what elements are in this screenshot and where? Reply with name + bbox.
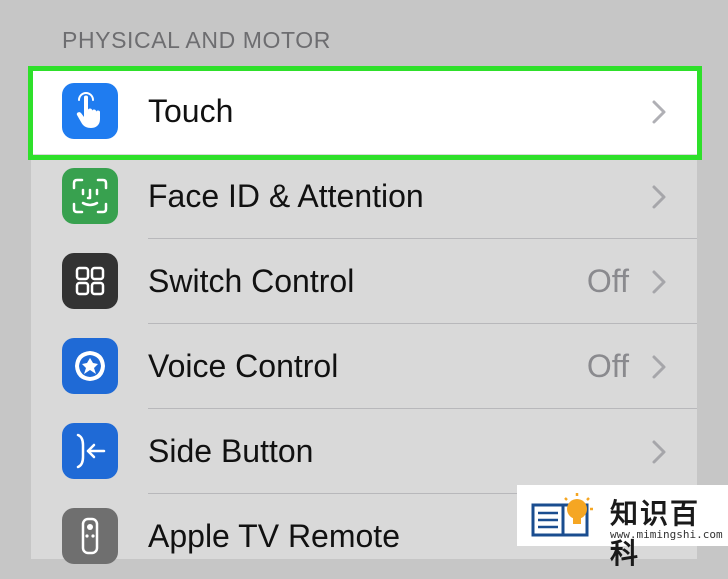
chevron-right-icon	[652, 440, 666, 464]
side-button-label: Side Button	[148, 433, 314, 469]
face-id-label: Face ID & Attention	[148, 178, 424, 214]
watermark: 知识百科 www.mimingshi.com	[517, 485, 728, 570]
settings-row-face-id[interactable]: Face ID & Attention	[31, 154, 697, 239]
chevron-right-icon	[652, 355, 666, 379]
hand-touch-icon	[62, 83, 118, 139]
switch-control-icon	[62, 253, 118, 309]
apple-tv-remote-icon	[62, 508, 118, 564]
settings-row-voice-control[interactable]: Voice Control Off	[31, 324, 697, 409]
watermark-url: www.mimingshi.com	[610, 528, 723, 541]
settings-row-side-button[interactable]: Side Button	[31, 409, 697, 494]
section-header: PHYSICAL AND MOTOR	[62, 27, 331, 53]
book-lightbulb-icon	[531, 493, 593, 537]
switch-control-label: Switch Control	[148, 263, 355, 299]
chevron-right-icon	[652, 270, 666, 294]
side-button-icon	[62, 423, 118, 479]
chevron-right-icon	[652, 100, 666, 124]
face-id-icon	[62, 168, 118, 224]
switch-control-value: Off	[586, 263, 629, 299]
settings-row-touch[interactable]: Touch	[31, 69, 697, 154]
chevron-right-icon	[652, 185, 666, 209]
apple-tv-remote-label: Apple TV Remote	[148, 518, 400, 554]
voice-control-label: Voice Control	[148, 348, 339, 384]
touch-label: Touch	[148, 93, 234, 129]
voice-control-value: Off	[586, 348, 629, 384]
settings-row-switch-control[interactable]: Switch Control Off	[31, 239, 697, 324]
voice-control-icon	[62, 338, 118, 394]
